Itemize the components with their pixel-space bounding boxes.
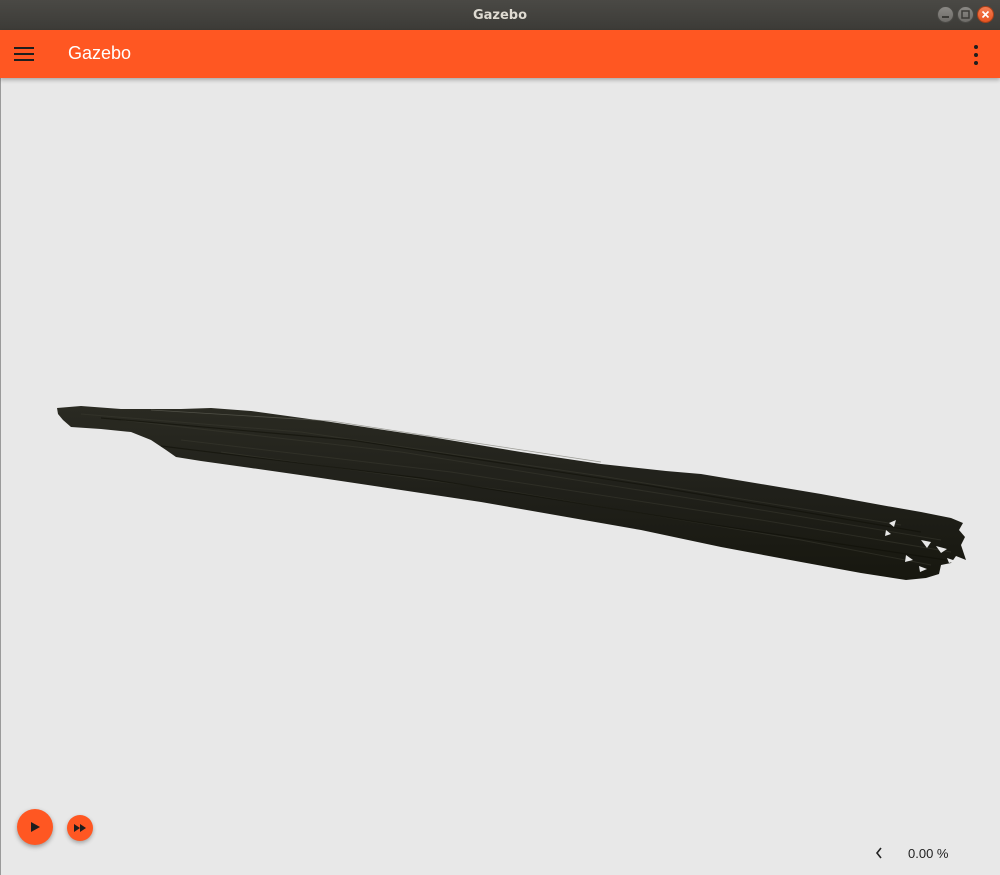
minimize-button[interactable] xyxy=(937,6,954,23)
hamburger-menu-icon-bar xyxy=(14,53,34,55)
stats-toggle-button[interactable] xyxy=(871,843,887,864)
minimize-icon xyxy=(942,16,949,18)
play-icon xyxy=(31,822,40,832)
window-controls xyxy=(937,6,994,23)
hamburger-menu-icon-bar xyxy=(14,59,34,61)
scene-3d-viewport[interactable] xyxy=(0,78,1000,875)
log-model[interactable] xyxy=(1,78,1000,875)
gazebo-window: Gazebo Gazebo 0.00 % xyxy=(0,0,1000,875)
hamburger-menu-button[interactable] xyxy=(8,36,40,72)
close-icon xyxy=(981,10,990,19)
close-button[interactable] xyxy=(977,6,994,23)
more-options-button[interactable] xyxy=(966,43,986,67)
window-title: Gazebo xyxy=(472,7,528,23)
chevron-left-icon xyxy=(875,847,882,859)
maximize-icon xyxy=(961,10,970,19)
window-titlebar[interactable]: Gazebo xyxy=(0,0,1000,30)
play-button[interactable] xyxy=(17,809,53,845)
app-title: Gazebo xyxy=(68,43,132,63)
more-vert-icon xyxy=(974,45,978,49)
hamburger-menu-icon xyxy=(14,47,34,49)
fast-forward-icon xyxy=(74,824,86,832)
app-toolbar: Gazebo xyxy=(0,30,1000,78)
maximize-button[interactable] xyxy=(957,6,974,23)
more-vert-icon-dot xyxy=(974,61,978,65)
real-time-factor-readout: 0.00 % xyxy=(908,846,949,861)
more-vert-icon-dot xyxy=(974,53,978,57)
step-forward-button[interactable] xyxy=(67,815,93,841)
